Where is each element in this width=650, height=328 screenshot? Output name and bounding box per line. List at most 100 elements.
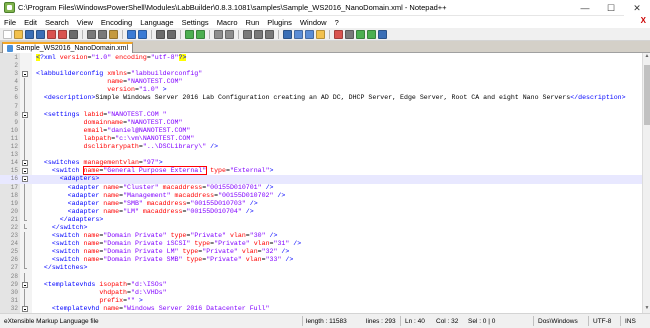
code-token: name (79, 248, 100, 256)
code-line[interactable]: 2 (0, 62, 642, 70)
code-line[interactable]: 9 domainname="NANOTEST.COM" (0, 118, 642, 128)
menu-window[interactable]: Window (296, 18, 331, 27)
code-line[interactable]: 10 email="daniel@NANOTEST.COM" (0, 126, 642, 136)
close-button[interactable]: ✕ (624, 0, 650, 16)
menu-edit[interactable]: Edit (20, 18, 41, 27)
close-all-icon[interactable] (58, 29, 67, 39)
code-line[interactable]: 22 </switch> (0, 223, 642, 232)
code-line[interactable]: 27 </switches> (0, 264, 642, 272)
save-macro-icon[interactable] (378, 29, 387, 39)
doc-map-icon[interactable] (294, 29, 303, 39)
menu-view[interactable]: View (73, 18, 97, 27)
copy-icon[interactable] (98, 29, 107, 39)
code-token: macaddress (170, 191, 215, 199)
menu-settings[interactable]: Settings (178, 18, 213, 27)
code-line[interactable]: 18 <adapter name="Management" macaddress… (0, 191, 642, 201)
code-token: name (79, 240, 100, 248)
code-line[interactable]: 6 <description>Simple Windows Server 201… (0, 94, 642, 104)
sync-h-icon[interactable] (225, 29, 234, 39)
code-line[interactable]: 23 <switch name="Domain Private" type="P… (0, 232, 642, 242)
open-file-icon[interactable] (14, 29, 23, 39)
menu-search[interactable]: Search (41, 18, 73, 27)
code-line[interactable]: 1 <?xml version="1.0" encoding="utf-8"?> (0, 54, 642, 62)
close-icon[interactable] (47, 29, 56, 39)
editor-area[interactable]: 1 <?xml version="1.0" encoding="utf-8"?> 2… (0, 53, 642, 313)
sync-v-icon[interactable] (214, 29, 223, 39)
code-token: macaddress (158, 183, 203, 191)
code-line[interactable]: 25 <switch name="Domain Private LM" type… (0, 248, 642, 258)
record-macro-icon[interactable] (334, 29, 343, 39)
menu-run[interactable]: Run (242, 18, 264, 27)
all-chars-icon[interactable] (254, 29, 263, 39)
code-line[interactable]: 3 <labbuilderconfig xmlns="labbuilderconf… (0, 70, 642, 78)
code-line[interactable]: 21 </adapters> (0, 215, 642, 224)
code-line[interactable]: 30 vhdpath="d:\VHDs" (0, 288, 642, 298)
fold-toggle-icon[interactable] (22, 160, 28, 167)
code-text: <adapter name="LM" macaddress="00155D010… (36, 208, 254, 216)
save-all-icon[interactable] (36, 29, 45, 39)
code-token: "00155D010704" (186, 207, 242, 215)
code-line[interactable]: 8 <settings labid="NANOTEST.COM " (0, 111, 642, 119)
cut-icon[interactable] (87, 29, 96, 39)
close-document-icon[interactable]: X (641, 16, 646, 25)
menu-plugins[interactable]: Plugins (263, 18, 296, 27)
lang-icon[interactable] (283, 29, 292, 39)
code-line[interactable]: 15 <switch name="General Purpose Externa… (0, 166, 642, 176)
minimize-button[interactable]: — (572, 0, 598, 16)
save-icon[interactable] (25, 29, 34, 39)
fold-toggle-icon[interactable] (22, 71, 28, 78)
new-file-icon[interactable] (3, 29, 12, 39)
code-line[interactable]: 28 (0, 272, 642, 282)
tab-sample-ws2016-nanodomain[interactable]: Sample_WS2016_NanoDomain.xml (2, 42, 134, 53)
maximize-button[interactable]: ☐ (598, 0, 624, 16)
fold-toggle-icon[interactable] (22, 305, 28, 312)
play-macro-icon[interactable] (356, 29, 365, 39)
code-line[interactable]: 32 <templatevhd name="Windows Server 201… (0, 305, 642, 313)
code-line[interactable]: 11 labpath="c:\vm\NANOTEST.COM" (0, 134, 642, 144)
function-list-icon[interactable] (305, 29, 314, 39)
code-line[interactable]: 5 version="1.0" > (0, 86, 642, 96)
code-line[interactable]: 20 <adapter name="LM" macaddress="00155D… (0, 207, 642, 217)
code-line[interactable]: 12 dsclibrarypath="..\DSCLibrary\" /> (0, 143, 642, 153)
code-token: </description> (570, 94, 626, 102)
menu-help[interactable]: ? (331, 18, 343, 27)
print-icon[interactable] (69, 29, 78, 39)
word-wrap-icon[interactable] (243, 29, 252, 39)
fold-toggle-icon[interactable] (22, 111, 28, 118)
redo-icon[interactable] (138, 29, 147, 39)
menu-macro[interactable]: Macro (213, 18, 242, 27)
scroll-down-icon[interactable]: ▼ (643, 305, 650, 313)
fold-toggle-icon[interactable] (22, 168, 28, 175)
fold-toggle-icon[interactable] (22, 176, 28, 183)
code-line[interactable]: 19 <adapter name="SMB" macaddress="00155… (0, 199, 642, 209)
code-line[interactable]: 16 <adapters> (0, 175, 642, 184)
code-line[interactable]: 29 <templatevhds isopath="d:\ISOs" (0, 281, 642, 289)
vertical-scrollbar[interactable]: ▲ ▼ (642, 53, 650, 313)
scroll-up-icon[interactable]: ▲ (643, 53, 650, 61)
code-line[interactable]: 26 <switch name="Domain Private SMB" typ… (0, 256, 642, 266)
code-line[interactable]: 7 (0, 102, 642, 112)
scrollbar-thumb[interactable] (644, 65, 650, 125)
indent-guide-icon[interactable] (265, 29, 274, 39)
undo-icon[interactable] (127, 29, 136, 39)
replace-icon[interactable] (167, 29, 176, 39)
menu-encoding[interactable]: Encoding (97, 18, 136, 27)
line-number: 27 (10, 264, 18, 272)
code-line[interactable]: 17 <adapter name="Cluster" macaddress="0… (0, 183, 642, 193)
menu-file[interactable]: File (0, 18, 20, 27)
zoom-out-icon[interactable] (196, 29, 205, 39)
code-line[interactable]: 31 prefix="" > (0, 296, 642, 306)
code-token: name (79, 232, 100, 240)
folder-workspace-icon[interactable] (316, 29, 325, 39)
stop-record-icon[interactable] (345, 29, 354, 39)
code-line[interactable]: 4 name="NANOTEST.COM" (0, 78, 642, 88)
zoom-in-icon[interactable] (185, 29, 194, 39)
code-line[interactable]: 13 (0, 151, 642, 161)
run-multiple-icon[interactable] (367, 29, 376, 39)
fold-toggle-icon[interactable] (22, 281, 28, 288)
find-icon[interactable] (156, 29, 165, 39)
paste-icon[interactable] (109, 29, 118, 39)
menu-language[interactable]: Language (136, 18, 177, 27)
code-line[interactable]: 24 <switch name="Domain Private iSCSI" t… (0, 240, 642, 250)
